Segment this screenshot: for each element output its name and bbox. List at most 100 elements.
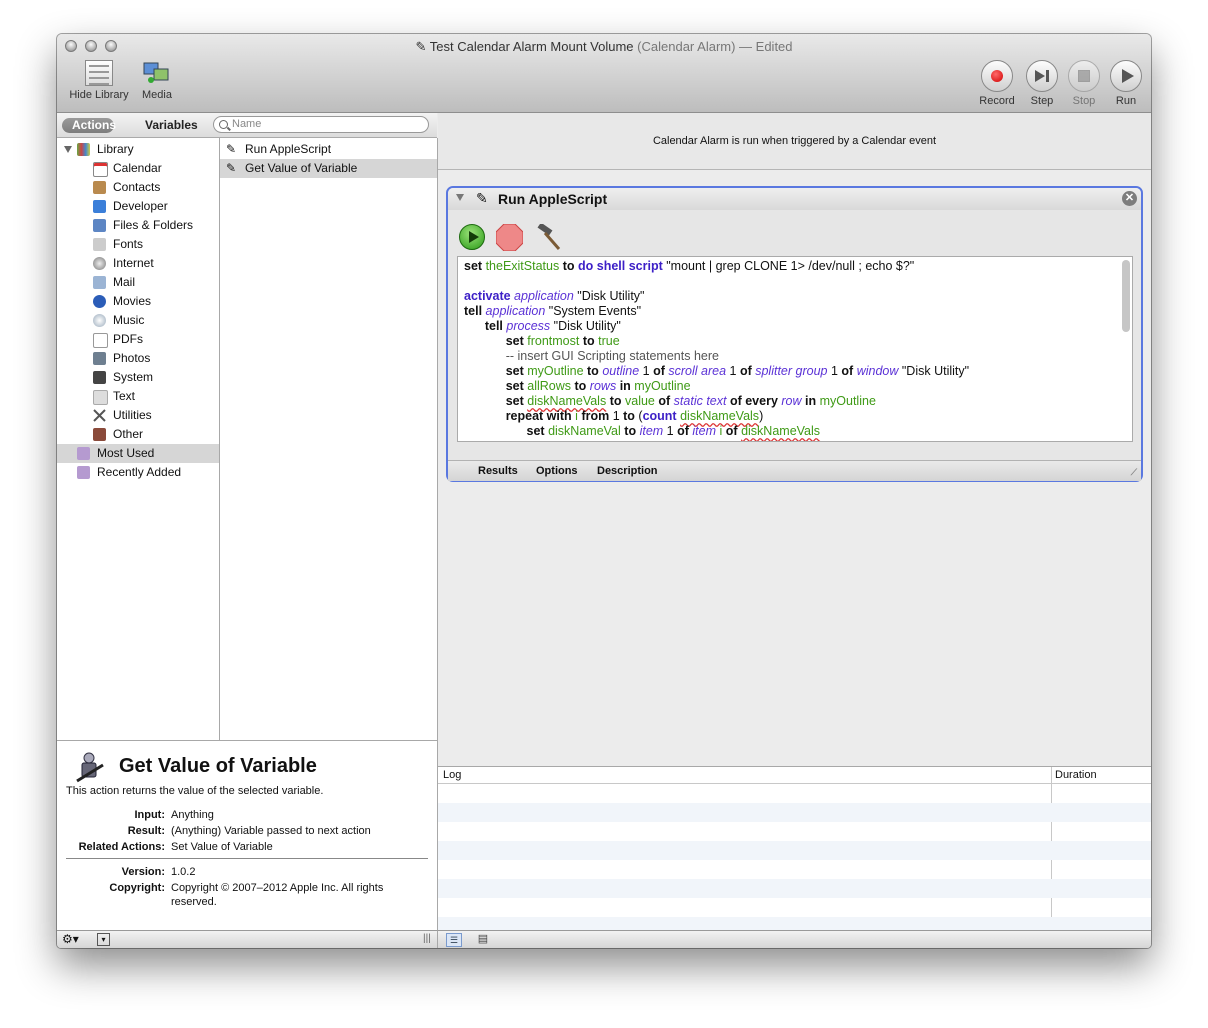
category-movies[interactable]: Movies [57,292,219,311]
description-divider [66,858,428,859]
other-icon [93,428,106,441]
library-header: Actions Variables Name [57,113,437,138]
photos-icon [93,352,106,365]
related-actions-value: Set Value of Variable [171,841,273,853]
category-label: Photos [113,351,151,365]
action-list: ✎ Run AppleScript ✎ Get Value of Variabl… [220,138,438,740]
category-utilities[interactable]: Utilities [57,406,219,425]
record-button[interactable]: Record [977,60,1017,107]
log-row [438,784,1151,803]
stop-script-icon[interactable] [495,223,524,252]
movies-icon [93,295,106,308]
utilities-icon [93,409,106,422]
action-robot-icon [73,751,107,785]
tab-actions[interactable]: Actions [62,118,116,133]
action-run-applescript[interactable]: ✎ Run AppleScript [220,140,437,159]
files-folders-icon [93,219,106,232]
workflow-icon: ✎ [415,39,430,54]
run-script-icon[interactable] [459,224,485,250]
tab-options[interactable]: Options [536,465,578,477]
window-subtitle: (Calendar Alarm) — Edited [637,39,793,54]
description-toggle-icon[interactable]: ▾ [97,933,110,946]
applescript-icon: ✎ [476,190,488,206]
category-label: Mail [113,275,136,289]
media-button[interactable]: Media [137,60,177,101]
action-title: Run AppleScript [498,191,608,207]
result-label: Result: [127,825,165,837]
script-scrollbar[interactable] [1122,260,1130,332]
description-pane: Get Value of Variable This action return… [57,740,438,931]
list-view-icon[interactable]: ☰ [446,933,462,947]
tab-description[interactable]: Description [597,465,658,477]
smart-folder-icon [77,447,90,460]
fonts-icon [93,238,106,251]
category-fonts[interactable]: Fonts [57,235,219,254]
log-column-header[interactable]: Log [443,767,461,783]
version-value: 1.0.2 [171,866,196,878]
close-icon[interactable]: ✕ [1122,191,1137,206]
library-bottom-bar: ⚙▾ ▾ ||| [57,930,438,948]
contacts-icon [93,181,106,194]
category-system[interactable]: System [57,368,219,387]
most-used[interactable]: Most Used [57,444,219,463]
category-label: Fonts [113,237,144,251]
version-label: Version: [121,866,165,878]
category-internet[interactable]: Internet [57,254,219,273]
tab-variables[interactable]: Variables [135,118,208,133]
library-root[interactable]: Library [57,140,219,159]
automator-window: ✎ Test Calendar Alarm Mount Volume (Cale… [57,34,1151,948]
log-row [438,898,1151,917]
log-bottom-bar: ☰ ▤ [438,930,1151,948]
category-text[interactable]: Text [57,387,219,406]
applescript-icon: ✎ [226,142,237,156]
media-icon [142,60,172,86]
step-label: Step [1030,95,1054,107]
internet-icon [93,257,106,270]
script-editor[interactable]: set theExitStatus to do shell script "mo… [457,256,1133,442]
recently-added[interactable]: Recently Added [57,463,219,482]
library-icon [85,60,113,86]
tab-results[interactable]: Results [478,465,518,477]
category-calendar[interactable]: Calendar [57,159,219,178]
category-developer[interactable]: Developer [57,197,219,216]
log-row [438,803,1151,822]
category-label: Other [113,427,144,441]
calendar-icon [93,162,108,177]
category-mail[interactable]: Mail [57,273,219,292]
library-icon [77,143,90,156]
category-other[interactable]: Other [57,425,219,444]
category-music[interactable]: Music [57,311,219,330]
category-photos[interactable]: Photos [57,349,219,368]
category-label: Calendar [113,161,162,175]
run-applescript-action[interactable]: ✎ Run AppleScript ✕ set theExitStatus to… [446,186,1143,482]
gear-icon[interactable]: ⚙▾ [62,932,79,946]
action-get-value-of-variable[interactable]: ✎ Get Value of Variable [220,159,437,178]
disclosure-triangle-icon[interactable] [64,146,72,153]
workflow-area: ✎ Run AppleScript ✕ set theExitStatus to… [438,170,1151,758]
resize-handle-icon[interactable]: ||| [423,933,431,944]
log-row [438,860,1151,879]
duration-column-header[interactable]: Duration [1055,767,1097,783]
workflow-view-icon[interactable]: ▤ [476,933,490,945]
run-button[interactable]: Run [1106,60,1146,107]
search-input[interactable]: Name [213,116,429,133]
system-icon [93,371,106,384]
category-files-folders[interactable]: Files & Folders [57,216,219,235]
copyright-label: Copyright: [109,882,165,894]
step-button[interactable]: Step [1022,60,1062,107]
log-row [438,841,1151,860]
collapse-triangle-icon[interactable] [456,194,464,201]
hide-library-button[interactable]: Hide Library [65,60,133,101]
compile-hammer-icon[interactable] [534,222,562,251]
input-label: Input: [134,809,165,821]
category-contacts[interactable]: Contacts [57,178,219,197]
category-pdfs[interactable]: PDFs [57,330,219,349]
resize-grip-icon[interactable]: ⟋ [1131,467,1137,478]
variable-icon: ✎ [226,161,237,175]
category-label: PDFs [113,332,143,346]
stop-button[interactable]: Stop [1064,60,1104,107]
text-icon [93,390,108,405]
action-header: ✎ Run AppleScript ✕ [448,188,1141,210]
result-value: (Anything) Variable passed to next actio… [171,825,371,837]
search-placeholder: Name [232,118,262,130]
